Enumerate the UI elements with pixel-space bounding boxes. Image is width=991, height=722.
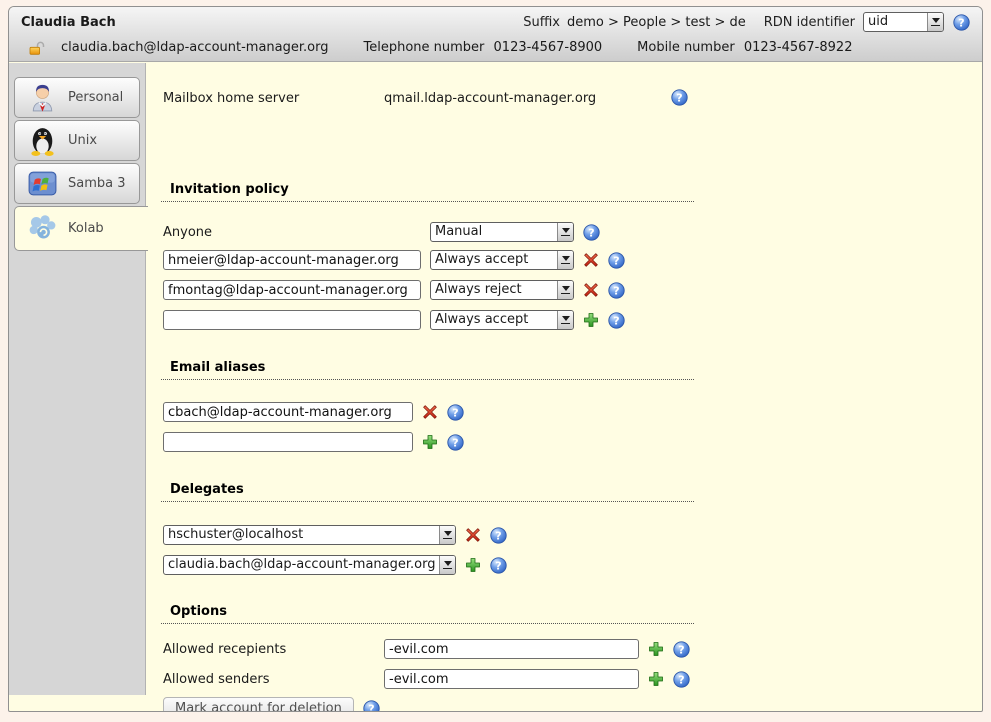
help-icon[interactable] (608, 252, 625, 269)
add-icon[interactable] (465, 557, 481, 573)
delete-icon[interactable] (583, 252, 599, 268)
suffix-label: Suffix (523, 15, 560, 30)
suffix-value: demo > People > test > de (567, 15, 746, 30)
select-value: hschuster@localhost (164, 526, 439, 544)
unlock-icon (29, 41, 45, 55)
chevron-down-icon (557, 311, 573, 329)
windows-icon (26, 167, 59, 200)
help-icon[interactable] (490, 527, 507, 544)
mark-deletion-button[interactable]: Mark account for deletion (163, 697, 354, 713)
invitation-row: Always accept (163, 249, 974, 271)
email-alias-new-row (163, 431, 974, 453)
kolab-icon (26, 212, 59, 245)
select-value: claudia.bach@ldap-account-manager.org (164, 556, 439, 574)
help-icon[interactable] (447, 434, 464, 451)
telephone-info: Telephone number 0123-4567-8900 (363, 40, 602, 55)
tab-kolab[interactable]: Kolab (14, 206, 148, 251)
telephone-label: Telephone number (363, 40, 484, 55)
invitation-new-row: Always accept (163, 309, 974, 331)
chevron-down-icon (557, 223, 573, 241)
select-value: Manual (431, 223, 557, 241)
help-icon[interactable] (490, 557, 507, 574)
help-icon[interactable] (671, 89, 688, 106)
account-email: claudia.bach@ldap-account-manager.org (61, 40, 328, 55)
mobile-label: Mobile number (637, 40, 735, 55)
delegate-candidate-select[interactable]: claudia.bach@ldap-account-manager.org (163, 555, 456, 575)
header-top-row: Claudia Bach Suffix demo > People > test… (9, 7, 982, 35)
chevron-down-icon (927, 13, 943, 31)
select-value: Always accept (431, 311, 557, 329)
tab-personal[interactable]: Personal (14, 77, 140, 118)
select-value: uid (864, 13, 927, 31)
email-alias-row (163, 401, 974, 423)
tab-label: Unix (68, 133, 97, 148)
email-alias-input[interactable] (163, 432, 413, 452)
chevron-down-icon (439, 526, 455, 544)
delegate-row: hschuster@localhost (163, 524, 974, 546)
allowed-recipients-label: Allowed recepients (163, 642, 375, 657)
module-tab-bar: Personal Unix Samba 3 Kolab (9, 63, 146, 695)
account-edit-window: Claudia Bach Suffix demo > People > test… (8, 6, 983, 712)
header-suffix-area: Suffix demo > People > test > de RDN ide… (523, 12, 970, 32)
delete-icon[interactable] (422, 404, 438, 420)
account-header: Claudia Bach Suffix demo > People > test… (9, 7, 982, 62)
email-alias-input[interactable] (163, 402, 413, 422)
telephone-value: 0123-4567-8900 (494, 40, 603, 55)
invitation-policy-select[interactable]: Always accept (430, 250, 574, 270)
select-value: Always accept (431, 251, 557, 269)
page-title: Claudia Bach (21, 15, 116, 30)
delegate-select[interactable]: hschuster@localhost (163, 525, 456, 545)
anyone-label: Anyone (163, 225, 421, 240)
mobile-value: 0123-4567-8922 (744, 40, 853, 55)
invitation-email-input[interactable] (163, 280, 421, 300)
help-icon[interactable] (608, 312, 625, 329)
invitation-row (163, 197, 974, 219)
tab-samba3[interactable]: Samba 3 (14, 163, 140, 204)
invitation-email-input[interactable] (163, 250, 421, 270)
help-icon[interactable] (953, 14, 970, 31)
mailbox-home-server-row: Mailbox home server qmail.ldap-account-m… (163, 87, 974, 109)
tab-label: Kolab (68, 221, 104, 236)
delete-icon[interactable] (465, 527, 481, 543)
allowed-recipients-row: Allowed recepients (163, 638, 974, 660)
anyone-policy-select[interactable]: Manual (430, 222, 574, 242)
delete-icon[interactable] (583, 282, 599, 298)
help-icon[interactable] (583, 224, 600, 241)
select-value: Always reject (431, 281, 557, 299)
anyone-policy-row: Anyone Manual (163, 221, 974, 243)
add-icon[interactable] (648, 641, 664, 657)
person-icon (26, 81, 59, 114)
section-options: Options (161, 604, 694, 624)
delegate-new-row: claudia.bach@ldap-account-manager.org (163, 554, 974, 576)
tux-icon (26, 124, 59, 157)
mailbox-home-server-label: Mailbox home server (163, 91, 375, 106)
help-icon[interactable] (608, 282, 625, 299)
mailbox-home-server-value: qmail.ldap-account-manager.org (384, 91, 596, 106)
help-icon[interactable] (447, 404, 464, 421)
mobile-info: Mobile number 0123-4567-8922 (637, 40, 852, 55)
rdn-identifier-label: RDN identifier (764, 15, 855, 30)
invitation-policy-select[interactable]: Always reject (430, 280, 574, 300)
tab-unix[interactable]: Unix (14, 120, 140, 161)
anyone-policy-row (163, 167, 974, 189)
invitation-email-input[interactable] (163, 310, 421, 330)
add-icon[interactable] (583, 312, 599, 328)
section-delegates: Delegates (161, 482, 694, 502)
rdn-identifier-select[interactable]: uid (863, 12, 944, 32)
chevron-down-icon (439, 556, 455, 574)
help-icon[interactable] (363, 700, 380, 713)
kolab-tab-content: Mailbox home server qmail.ldap-account-m… (147, 63, 982, 711)
allowed-recipients-input[interactable] (384, 639, 639, 659)
header-account-row: claudia.bach@ldap-account-manager.org Te… (9, 35, 982, 60)
tab-label: Personal (68, 90, 123, 105)
deletion-row: Mark account for deletion (163, 697, 974, 712)
invitation-row: Always reject (163, 279, 974, 301)
chevron-down-icon (557, 281, 573, 299)
section-email-aliases: Email aliases (161, 360, 694, 380)
invitation-policy-select[interactable]: Always accept (430, 310, 574, 330)
tab-label: Samba 3 (68, 176, 126, 191)
add-icon[interactable] (422, 434, 438, 450)
chevron-down-icon (557, 251, 573, 269)
help-icon[interactable] (673, 641, 690, 658)
